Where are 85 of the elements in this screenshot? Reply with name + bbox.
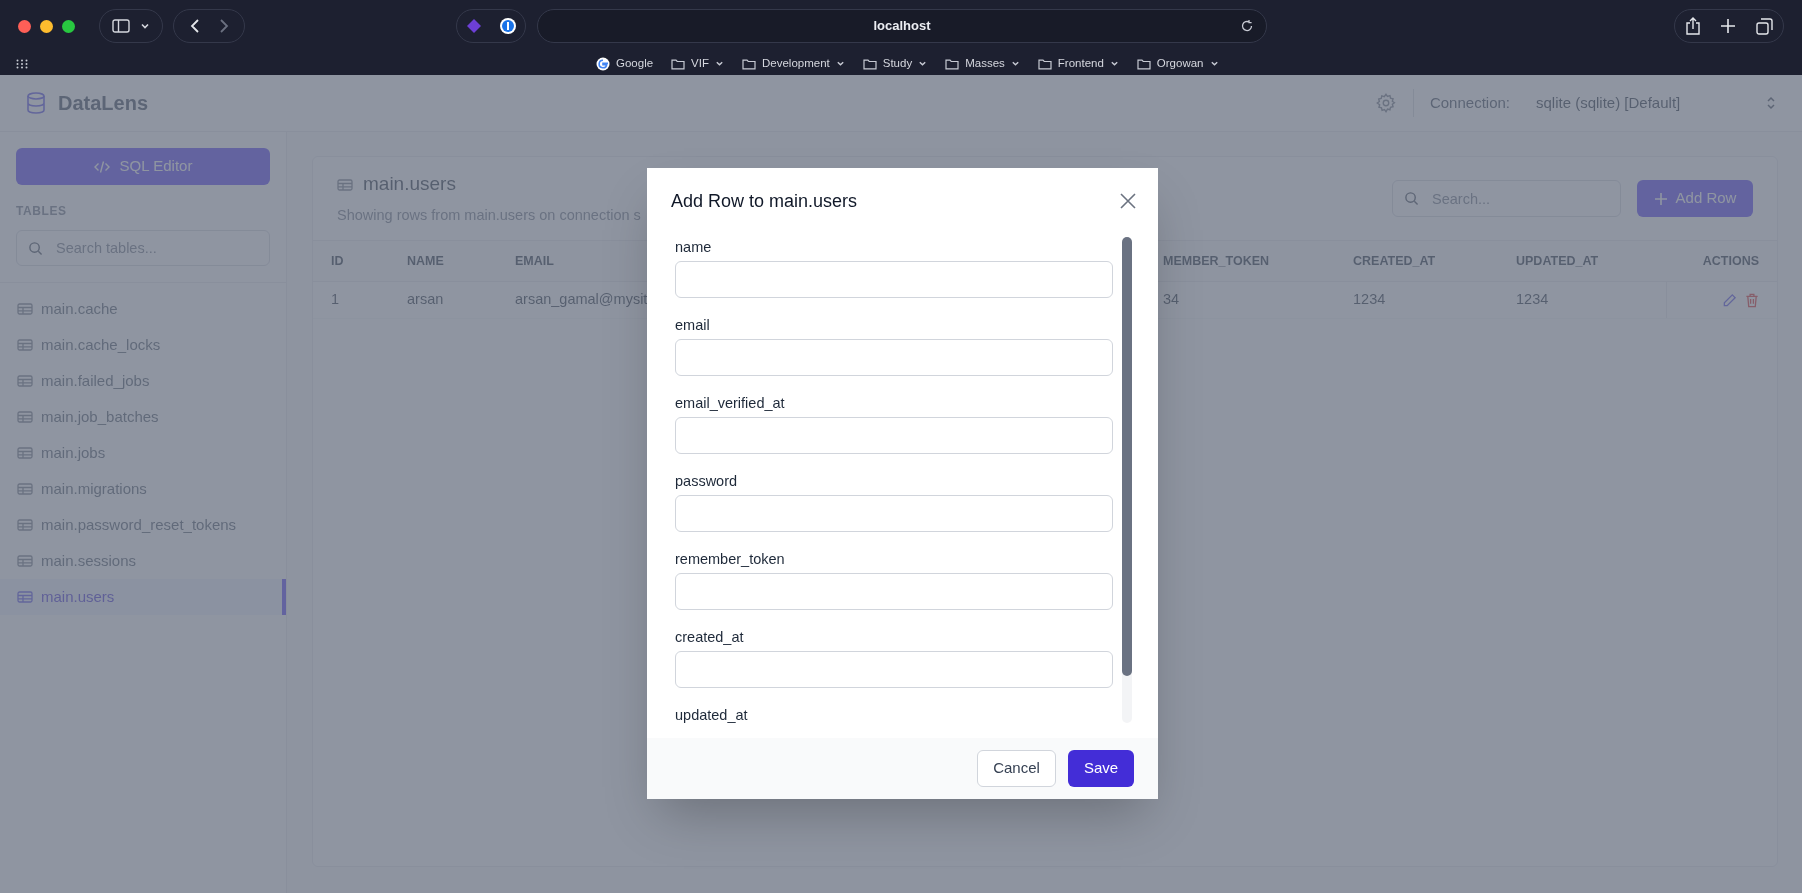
chevron-down-icon [715,59,724,68]
chevron-down-icon [140,21,150,31]
folder-icon [1136,57,1151,70]
search-icon [1404,191,1419,206]
folder-icon [1037,57,1052,70]
reload-icon[interactable] [1240,19,1254,33]
tabs-overview-icon[interactable] [1756,17,1774,35]
bookmark[interactable]: Development [742,54,845,73]
share-icon[interactable] [1684,17,1701,35]
table-title: main.users [363,172,456,197]
folder-icon [742,57,756,70]
input-field[interactable] [675,651,1113,688]
new-tab-icon[interactable] [1720,18,1737,34]
chevron-down-icon [1209,59,1219,68]
bookmark[interactable]: Google [596,54,654,73]
bookmark[interactable]: Masses [945,54,1020,73]
input-field[interactable] [675,261,1113,298]
column-header: CREATED_AT [1353,252,1437,270]
connection-select[interactable]: sqlite (sqlite) [Default] [1524,91,1776,115]
bookmark[interactable]: Frontend [1037,54,1119,73]
column-header: ACTIONS [1701,252,1759,270]
forward-button[interactable] [217,18,230,34]
table-icon [17,375,33,387]
chevron-down-icon [1010,59,1020,68]
close-button[interactable] [1120,193,1136,209]
folder-icon [862,57,877,70]
scrollbar[interactable] [1122,237,1132,723]
cancel-button[interactable]: Cancel [977,750,1056,787]
folder-icon [671,57,686,70]
field-label: password [675,472,739,491]
bookmark[interactable]: Study [862,54,928,73]
field-label: name [675,238,713,257]
table-icon [17,555,33,567]
input-field[interactable] [675,495,1113,532]
table-icon [17,339,33,351]
column-header: MEMBER_TOKEN [1163,252,1271,270]
address-bar[interactable]: localhost [537,9,1267,43]
table-cell-text: 34 [1163,290,1181,310]
table-cell-text: 1234 [1353,290,1387,310]
code-icon [93,159,110,174]
table-icon [17,411,33,423]
column-header: ID [331,252,345,270]
plus-icon [1653,191,1668,206]
table-cell-text: arsan_gamal@mysit [515,290,649,310]
column-header: NAME [407,252,445,270]
field-label: email [675,316,711,335]
close-icon [1120,193,1136,209]
table-icon [17,591,33,603]
table-icon [17,519,33,531]
extension-icon[interactable] [465,17,483,35]
input-field[interactable] [675,573,1113,610]
table-icon [17,483,33,495]
minimize-window-button[interactable] [40,19,53,33]
field-label: updated_at [675,706,749,724]
chevron-down-icon [918,59,928,68]
chevron-down-icon [1109,59,1119,68]
field-label: created_at [675,628,745,647]
search-icon [28,241,43,256]
back-button[interactable] [188,18,201,34]
column-header: UPDATED_AT [1516,252,1600,270]
close-window-button[interactable] [18,19,31,33]
password-manager-icon[interactable] [499,17,517,35]
save-button[interactable]: Save [1068,750,1134,787]
google-logo-icon [596,56,610,71]
apps-grid-icon[interactable] [16,58,28,69]
bookmark[interactable]: Orgowan [1136,54,1219,73]
modal-title: Add Row to main.users [671,189,858,213]
table-icon [17,447,33,459]
chevron-up-down-icon [1766,96,1776,110]
table-cell-text: arsan [407,290,445,310]
field-label: remember_token [675,550,786,569]
field-label: email_verified_at [675,394,786,413]
chevron-down-icon [835,59,845,68]
zoom-window-button[interactable] [62,19,75,33]
table-cell-text: 1234 [1516,290,1550,310]
input-field[interactable] [675,339,1113,376]
database-icon [26,92,46,114]
table-icon [17,303,33,315]
sidebar-icon [112,19,130,33]
input-field[interactable] [675,417,1113,454]
table-icon [337,178,353,191]
folder-icon [945,57,960,70]
table-cell-text: 1 [331,290,341,310]
bookmark[interactable]: VIF [671,54,724,73]
column-header: EMAIL [515,252,555,270]
